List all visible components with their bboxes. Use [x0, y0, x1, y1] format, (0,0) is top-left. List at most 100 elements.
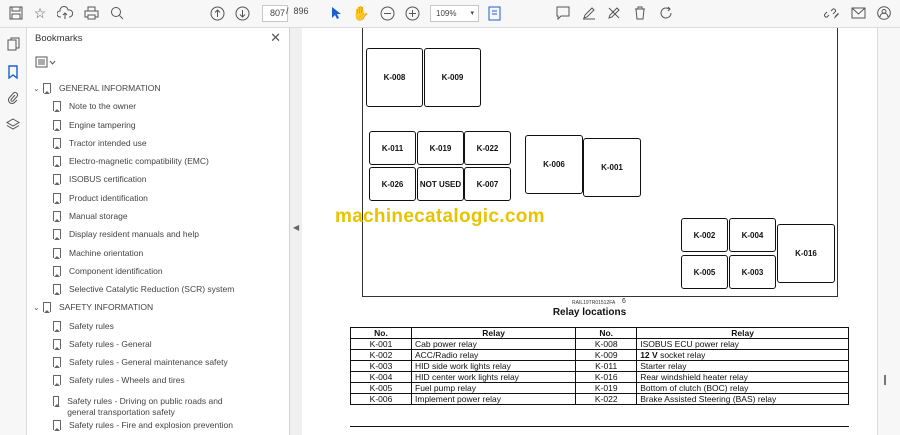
- chevron-down-icon[interactable]: ⌄: [33, 84, 43, 93]
- zoom-search-icon[interactable]: [107, 4, 127, 22]
- collapse-panel-icon[interactable]: ◀: [293, 223, 299, 232]
- relay-number-cell: K-005: [350, 382, 412, 394]
- column-header: Relay: [636, 327, 849, 339]
- relay-number-cell: K-004: [350, 371, 412, 383]
- bookmark-item[interactable]: Safety rules - General: [53, 335, 253, 353]
- relay-box: K-009: [424, 48, 481, 107]
- bookmark-item[interactable]: Electro-magnetic compatibility (EMC): [53, 152, 253, 170]
- table-row: K-002 ACC/Radio relay K-009 12 V socket rel…: [350, 349, 849, 361]
- relay-number-cell: K-002: [350, 349, 412, 361]
- zoom-select[interactable]: 109% ▾: [430, 5, 479, 22]
- document-scrollbar[interactable]: [884, 375, 886, 385]
- column-header: No.: [350, 327, 412, 339]
- attachment-icon[interactable]: [5, 90, 21, 106]
- figure-caption: Relay locations: [552, 307, 627, 318]
- page-thumbnails-icon[interactable]: [5, 36, 21, 52]
- relay-number-cell: K-022: [575, 393, 638, 405]
- relay-number-cell: K-011: [575, 360, 638, 372]
- relay-box: K-001: [583, 138, 641, 197]
- bookmark-item[interactable]: Safety rules - Wheels and tires: [53, 371, 253, 389]
- table-row: K-004 HID center work lights relay K-016 Re…: [350, 371, 849, 383]
- relay-box: K-011: [369, 131, 416, 165]
- relay-number-cell: K-006: [350, 393, 412, 405]
- next-page-icon[interactable]: [232, 4, 252, 22]
- bookmark-icon: [53, 321, 61, 332]
- figure-reference-code: RAIL19TR01512FA: [572, 300, 616, 306]
- relay-box: K-004: [729, 218, 776, 252]
- bookmark-icon: [53, 248, 61, 259]
- bookmark-item[interactable]: Product identification: [53, 189, 253, 207]
- save-icon[interactable]: [6, 4, 26, 22]
- print-icon[interactable]: [81, 4, 101, 22]
- trash-icon[interactable]: [630, 4, 650, 22]
- cloud-upload-icon[interactable]: [55, 4, 75, 22]
- rotate-icon[interactable]: [656, 4, 676, 22]
- close-icon[interactable]: ✕: [270, 30, 281, 46]
- chevron-down-icon[interactable]: ⌄: [33, 303, 43, 312]
- relay-number-cell: K-008: [575, 338, 638, 350]
- mail-icon[interactable]: [848, 4, 868, 22]
- link-edit-icon[interactable]: [822, 4, 842, 22]
- bookmark-item[interactable]: Selective Catalytic Reduction (SCR) syst…: [53, 280, 253, 298]
- relay-box: K-016: [777, 224, 835, 283]
- bookmark-icon: [53, 174, 61, 185]
- bookmark-label: ISOBUS certification: [69, 173, 147, 184]
- page-fit-icon[interactable]: [484, 4, 504, 22]
- relay-name-cell: Brake Assisted Steering (BAS) relay: [636, 393, 849, 405]
- bookmark-section[interactable]: ⌄ GENERAL INFORMATION: [33, 79, 273, 97]
- bookmark-icon: [43, 83, 51, 94]
- panel-title: Bookmarks: [35, 33, 83, 44]
- relay-name-cell: ISOBUS ECU power relay: [636, 338, 849, 350]
- bookmark-item[interactable]: Display resident manuals and help: [53, 225, 253, 243]
- bookmark-icon: [53, 138, 61, 149]
- bookmark-item[interactable]: Safety rules: [53, 317, 253, 335]
- relay-location-diagram: K-008 K-009 K-011 K-019 K-022 K-026 NOT …: [362, 28, 838, 297]
- select-cursor-icon[interactable]: [326, 4, 346, 22]
- star-icon[interactable]: ☆: [30, 4, 50, 22]
- hand-tool-icon[interactable]: ✋: [351, 4, 371, 22]
- relay-box: K-008: [366, 48, 423, 107]
- layers-icon[interactable]: [5, 117, 21, 133]
- right-rail: [877, 28, 900, 435]
- bookmark-icon: [43, 302, 51, 313]
- bookmark-section[interactable]: ⌄ SAFETY INFORMATION: [33, 298, 273, 316]
- bookmark-item[interactable]: Tractor intended use: [53, 134, 253, 152]
- zoom-out-icon[interactable]: [377, 4, 397, 22]
- bookmark-label: SAFETY INFORMATION: [59, 301, 154, 312]
- edit-sign-icon[interactable]: [604, 4, 624, 22]
- bookmark-item[interactable]: Safety rules - General maintenance safet…: [53, 353, 253, 371]
- page-number-input[interactable]: 807: [262, 5, 288, 22]
- zoom-value: 109%: [436, 9, 457, 18]
- table-header-row: No. Relay No. Relay: [350, 327, 849, 339]
- main-toolbar: ☆ 807 / 896 ✋ 109% ▾: [0, 0, 900, 28]
- account-icon[interactable]: [874, 4, 894, 22]
- bookmark-options-button[interactable]: [35, 56, 59, 70]
- relay-name-cell: ACC/Radio relay: [410, 349, 577, 361]
- bookmark-item[interactable]: Note to the owner: [53, 97, 253, 115]
- bookmark-icon: [53, 339, 61, 350]
- bookmark-item[interactable]: Safety rules - Fire and explosion preven…: [53, 416, 253, 434]
- bookmark-label: Display resident manuals and help: [69, 228, 199, 239]
- prev-page-icon[interactable]: [207, 4, 227, 22]
- divider-line: [350, 426, 849, 427]
- bookmark-item[interactable]: Engine tampering: [53, 116, 253, 134]
- bookmark-label: Selective Catalytic Reduction (SCR) syst…: [69, 283, 235, 294]
- bookmark-icon: [53, 229, 61, 240]
- bookmark-item[interactable]: ISOBUS certification: [53, 170, 253, 188]
- bookmark-item[interactable]: Component identification: [53, 262, 253, 280]
- bookmark-item[interactable]: Manual storage: [53, 207, 253, 225]
- relay-name-cell: HID side work lights relay: [410, 360, 577, 372]
- bookmark-panel-icon[interactable]: [5, 64, 21, 80]
- bookmark-label: Product identification: [69, 192, 148, 203]
- bookmark-item[interactable]: Machine orientation: [53, 244, 253, 262]
- bookmark-label: Electro-magnetic compatibility (EMC): [69, 155, 209, 166]
- comment-icon[interactable]: [553, 4, 573, 22]
- pen-icon[interactable]: [579, 4, 599, 22]
- bookmark-label: Safety rules - Fire and explosion preven…: [69, 419, 233, 430]
- bookmark-label: Manual storage: [69, 210, 128, 221]
- zoom-in-icon[interactable]: [402, 4, 422, 22]
- relay-name-cell: Cab power relay: [410, 338, 577, 350]
- bookmarks-panel: Bookmarks ✕ ⌄ GENERAL INFORMATION Note to …: [27, 28, 311, 435]
- bookmark-icon: [53, 375, 61, 386]
- bookmark-label: Component identification: [69, 265, 163, 276]
